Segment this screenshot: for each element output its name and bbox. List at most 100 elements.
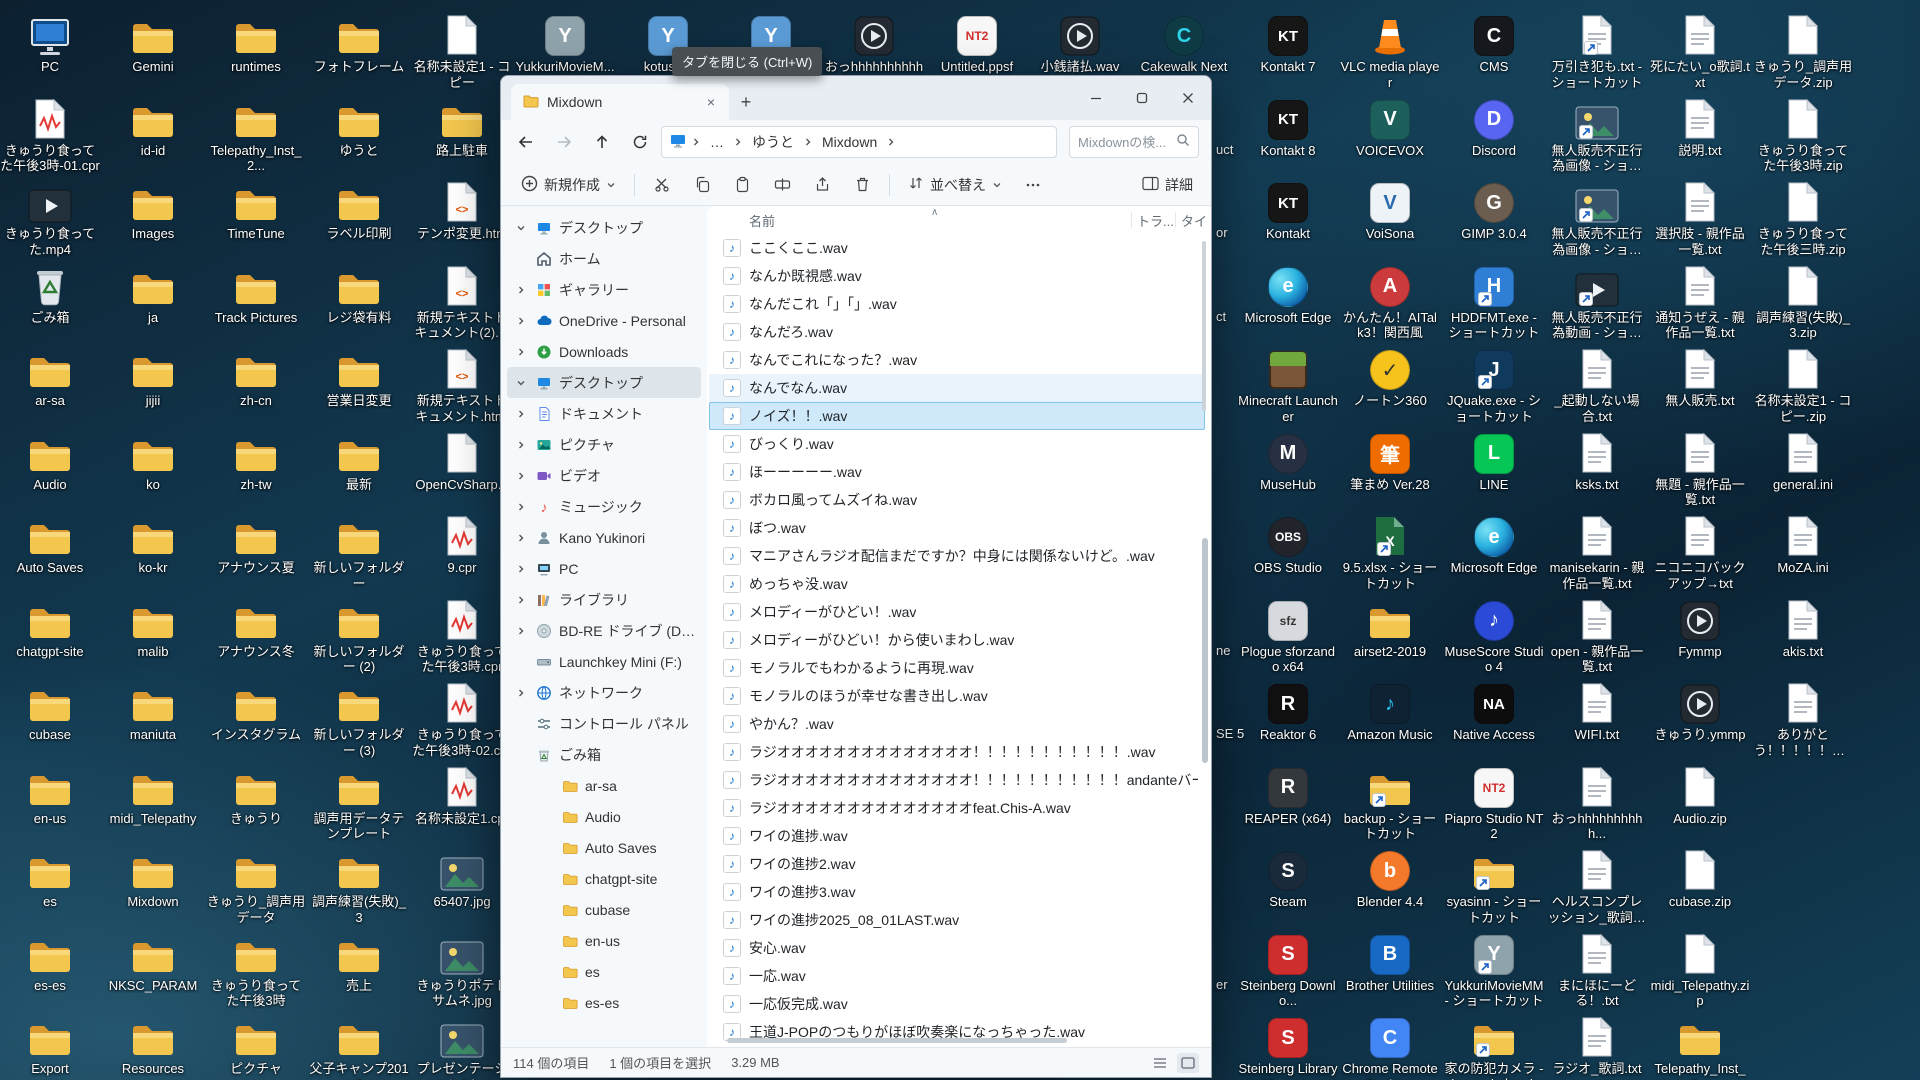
- file-row[interactable]: ♪なんだこれ「」「」.wav: [709, 290, 1205, 318]
- sidebar-item[interactable]: Audio: [507, 801, 701, 832]
- desktop-icon[interactable]: Fymmp: [1650, 595, 1750, 660]
- desktop-icon[interactable]: midi_Telepathy.zip: [1650, 929, 1750, 1009]
- desktop-icon[interactable]: ありがとう！！！！！！.txt: [1753, 678, 1853, 758]
- new-tab-button[interactable]: +: [729, 85, 763, 119]
- sidebar-item[interactable]: en-us: [507, 925, 701, 956]
- file-row[interactable]: ♪なんか既視感.wav: [709, 262, 1205, 290]
- desktop-icon[interactable]: chatgpt-site: [0, 595, 100, 660]
- desktop-icon[interactable]: 売上: [309, 929, 409, 994]
- refresh-button[interactable]: [623, 126, 657, 158]
- sidebar-item[interactable]: ネットワーク: [507, 677, 701, 708]
- desktop-icon[interactable]: きゅうり食ってた午後3時.cpr: [412, 595, 512, 675]
- desktop-icon[interactable]: zh-cn: [206, 344, 306, 409]
- desktop-icon[interactable]: SSteinberg Library Manager: [1238, 1012, 1338, 1080]
- breadcrumb-segment[interactable]: Mixdown: [818, 132, 881, 152]
- paste-button[interactable]: [723, 168, 761, 202]
- file-row[interactable]: ♪ラジオオオオオオオオオオオオオオfeat.Chis-A.wav: [709, 794, 1205, 822]
- sidebar-item[interactable]: es: [507, 956, 701, 987]
- desktop-icon[interactable]: Mixdown: [103, 845, 203, 910]
- sidebar-item[interactable]: Downloads: [507, 336, 701, 367]
- column-title[interactable]: タイ: [1181, 211, 1207, 230]
- desktop-icon[interactable]: ♪MuseScore Studio 4: [1444, 595, 1544, 675]
- desktop-icon[interactable]: malib: [103, 595, 203, 660]
- sidebar-item[interactable]: ピクチャ: [507, 429, 701, 460]
- desktop-icon[interactable]: en-us: [0, 762, 100, 827]
- file-row[interactable]: ♪やかん？.wav: [709, 710, 1205, 738]
- desktop-icon[interactable]: きゅうり: [206, 762, 306, 827]
- desktop-icon[interactable]: ✓ノートン360: [1340, 344, 1440, 409]
- file-row[interactable]: ♪ノイズ！！.wav: [709, 402, 1205, 430]
- desktop-icon[interactable]: 無人販売不正行為動画 - ショートカット: [1547, 261, 1647, 341]
- desktop-icon[interactable]: 万引き犯も.txt - ショートカット: [1547, 10, 1647, 90]
- sidebar-item[interactable]: ar-sa: [507, 770, 701, 801]
- desktop-icon[interactable]: Track Pictures: [206, 261, 306, 326]
- column-divider[interactable]: [1131, 212, 1132, 228]
- sidebar-item[interactable]: Auto Saves: [507, 832, 701, 863]
- file-row[interactable]: ♪びっくり.wav: [709, 430, 1205, 458]
- desktop-icon[interactable]: 筆筆まめ Ver.28: [1340, 428, 1440, 493]
- desktop-icon[interactable]: 通知うぜえ - 親作品一覧.txt: [1650, 261, 1750, 341]
- desktop-icon[interactable]: HHDDFMT.exe - ショートカット: [1444, 261, 1544, 341]
- close-button[interactable]: [1165, 76, 1211, 120]
- desktop-icon[interactable]: 選択肢 - 親作品一覧.txt: [1650, 177, 1750, 257]
- file-row[interactable]: ♪ワイの進捗2025_08_01LAST.wav: [709, 906, 1205, 934]
- file-row[interactable]: ♪モノラルのほうが幸せな書き出し.wav: [709, 682, 1205, 710]
- file-row[interactable]: ♪ワイの進捗3.wav: [709, 878, 1205, 906]
- desktop-icon[interactable]: NANative Access: [1444, 678, 1544, 743]
- desktop-icon[interactable]: open - 親作品一覧.txt: [1547, 595, 1647, 675]
- tab-close-icon[interactable]: ×: [701, 92, 721, 112]
- desktop-icon[interactable]: ラベル印刷: [309, 177, 409, 242]
- desktop-icon[interactable]: 死にたい_o歌詞.txt: [1650, 10, 1750, 90]
- desktop-icon[interactable]: <>新規テキストドキュメント.html: [412, 344, 512, 424]
- desktop-icon[interactable]: CChrome Remote Desktop: [1340, 1012, 1440, 1080]
- file-row[interactable]: ♪マニアさんラジオ配信まだですか？中身には関係ないけど。.wav: [709, 542, 1205, 570]
- chevron-right-icon[interactable]: [515, 687, 529, 699]
- address-bar[interactable]: …ゆうとMixdown: [661, 126, 1057, 158]
- desktop-icon[interactable]: きゅうり食ってた午後3時: [206, 929, 306, 1009]
- desktop-icon[interactable]: 新しいフォルダー (2): [309, 595, 409, 675]
- desktop-icon[interactable]: アナウンス夏: [206, 511, 306, 576]
- desktop-icon[interactable]: TimeTune: [206, 177, 306, 242]
- desktop-icon[interactable]: X9.5.xlsx - ショートカット: [1340, 511, 1440, 591]
- up-button[interactable]: [585, 126, 619, 158]
- desktop-icon[interactable]: 新しいフォルダー: [309, 511, 409, 591]
- file-row[interactable]: ♪一応.wav: [709, 962, 1205, 990]
- desktop-icon[interactable]: 名称未設定1 - コピー: [412, 10, 512, 90]
- desktop-icon[interactable]: runtimes: [206, 10, 306, 75]
- desktop-icon[interactable]: 路上駐車: [412, 94, 512, 159]
- desktop-icon[interactable]: CCMS: [1444, 10, 1544, 75]
- file-row[interactable]: ♪メロディーがひどい！から使いまわし.wav: [709, 626, 1205, 654]
- copy-button[interactable]: [683, 168, 721, 202]
- desktop-icon[interactable]: CCakewalk Next: [1134, 10, 1234, 75]
- desktop-icon[interactable]: maniuta: [103, 678, 203, 743]
- desktop-icon[interactable]: ksks.txt: [1547, 428, 1647, 493]
- column-divider[interactable]: [1175, 212, 1176, 228]
- desktop-icon[interactable]: eMicrosoft Edge: [1238, 261, 1338, 326]
- desktop-icon[interactable]: Auto Saves: [0, 511, 100, 576]
- desktop-icon[interactable]: es-es: [0, 929, 100, 994]
- desktop-icon[interactable]: Aかんたん！AITalk3！関西風: [1340, 261, 1440, 341]
- desktop-icon[interactable]: OBSOBS Studio: [1238, 511, 1338, 576]
- desktop-icon[interactable]: 名称未設定1.cpr: [412, 762, 512, 827]
- desktop-icon[interactable]: Export: [0, 1012, 100, 1077]
- desktop-icon[interactable]: 無題 - 親作品一覧.txt: [1650, 428, 1750, 508]
- desktop-icon[interactable]: LLINE: [1444, 428, 1544, 493]
- desktop-icon[interactable]: DDiscord: [1444, 94, 1544, 159]
- desktop-icon[interactable]: 無人販売不正行為画像 - ショートカッ...: [1547, 94, 1647, 174]
- desktop-icon[interactable]: インスタグラム: [206, 678, 306, 743]
- desktop-icon[interactable]: midi_Telepathy: [103, 762, 203, 827]
- search-input[interactable]: [1078, 135, 1172, 150]
- file-row[interactable]: ♪ラジオオオオオオオオオオオオオオ！！！！！！！！！！！andanteバージョン…: [709, 766, 1205, 794]
- column-track[interactable]: トラ...: [1137, 211, 1174, 230]
- desktop-icon[interactable]: 調声用データテンプレート: [309, 762, 409, 842]
- horizontal-scrollbar[interactable]: [727, 1038, 1067, 1043]
- file-row[interactable]: ♪ワイの進捗2.wav: [709, 850, 1205, 878]
- desktop-icon[interactable]: 最新: [309, 428, 409, 493]
- sidebar-item[interactable]: ライブラリ: [507, 584, 701, 615]
- desktop-icon[interactable]: 小銭諸払.wav: [1030, 10, 1130, 75]
- desktop-icon[interactable]: ラジオ_歌詞.txt: [1547, 1012, 1647, 1077]
- desktop-icon[interactable]: sfzPlogue sforzando x64: [1238, 595, 1338, 675]
- file-row[interactable]: ♪メロディーがひどい！.wav: [709, 598, 1205, 626]
- desktop-icon[interactable]: 無人販売不正行為画像 - ショートカット: [1547, 177, 1647, 257]
- desktop-icon[interactable]: きゅうり_調声用データ: [206, 845, 306, 925]
